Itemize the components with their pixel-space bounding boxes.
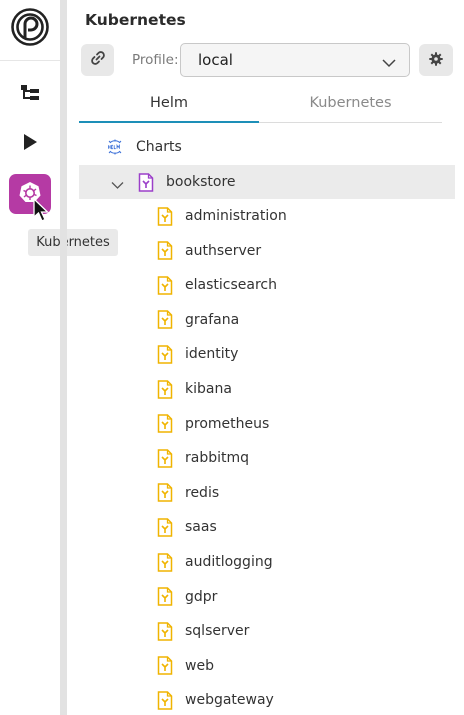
chart-file-icon: [157, 552, 173, 572]
gear-icon: [429, 51, 443, 70]
tree-item[interactable]: elasticsearch: [79, 268, 455, 302]
tree-item-label: web: [185, 657, 214, 674]
tree-item[interactable]: rabbitmq: [79, 441, 455, 475]
tree-root-charts[interactable]: Charts: [79, 130, 455, 164]
chevron-down-icon: [382, 54, 396, 68]
chart-file-icon: [157, 379, 173, 399]
tree-item-label: identity: [185, 346, 239, 363]
tree-item-label: webgateway: [185, 692, 274, 709]
chart-file-icon: [157, 345, 173, 364]
tab-bar: Helm Kubernetes: [79, 84, 442, 123]
chart-file-icon: [157, 587, 173, 606]
tree-item-label: sqlserver: [185, 623, 250, 640]
tree-item-bookstore[interactable]: bookstore: [79, 165, 455, 199]
chart-file-icon: [157, 414, 173, 433]
tree-item-label: gdpr: [185, 588, 218, 605]
activity-separator: [0, 60, 60, 61]
link-icon: [90, 50, 106, 70]
profile-value: local: [198, 51, 233, 69]
chart-file-icon: [157, 448, 173, 468]
chart-file-icon: [157, 483, 173, 503]
chart-file-icon: [157, 518, 173, 537]
kubernetes-panel: Kubernetes Profile: local Helm Kubernete…: [67, 0, 464, 715]
tree-label: Charts: [136, 139, 182, 155]
tree-item[interactable]: auditlogging: [79, 545, 455, 579]
tab-helm[interactable]: Helm: [79, 84, 259, 122]
tree-item-label: rabbitmq: [185, 450, 250, 467]
tree-label: bookstore: [166, 174, 236, 190]
chart-file-icon: [157, 206, 173, 226]
chart-file-icon: [157, 275, 173, 295]
tree-item-label: elasticsearch: [185, 277, 277, 294]
mouse-cursor-icon: [33, 197, 51, 224]
chart-file-icon: [157, 691, 173, 710]
tree-item[interactable]: gdpr: [79, 580, 455, 614]
tree-item[interactable]: grafana: [79, 303, 455, 337]
chart-file-icon: [157, 310, 173, 330]
activity-bar: Kubernetes: [0, 0, 118, 715]
run-icon: [23, 134, 37, 154]
tree-item-label: auditlogging: [185, 554, 273, 570]
tree-item-label: saas: [185, 519, 217, 536]
chart-file-icon: [157, 621, 173, 641]
helm-icon: [107, 139, 123, 155]
tree-item[interactable]: administration: [79, 199, 455, 233]
explorer-icon: [20, 84, 40, 106]
activity-bar-border: [60, 0, 67, 715]
tree-item[interactable]: kibana: [79, 372, 455, 406]
tree-item[interactable]: authserver: [79, 234, 455, 268]
tree-item[interactable]: sqlserver: [79, 614, 455, 648]
explorer-button[interactable]: [10, 75, 50, 115]
tree-item[interactable]: saas: [79, 510, 455, 544]
panel-title: Kubernetes: [85, 11, 186, 29]
active-tab-indicator: [79, 121, 259, 123]
chart-icon: [138, 172, 154, 192]
chevron-down-icon[interactable]: [111, 178, 124, 189]
tree-item[interactable]: redis: [79, 476, 455, 510]
tab-kubernetes[interactable]: Kubernetes: [259, 84, 442, 122]
tree-item-label: prometheus: [185, 415, 270, 432]
chart-file-icon: [157, 656, 173, 676]
tree-item-label: redis: [185, 484, 220, 501]
tree-item[interactable]: prometheus: [79, 407, 455, 441]
tree-item-label: grafana: [185, 311, 240, 328]
tree-item-label: administration: [185, 208, 287, 224]
tree-item[interactable]: webgateway: [79, 683, 455, 715]
profile-label: Profile:: [132, 52, 179, 68]
link-button[interactable]: [81, 44, 114, 76]
app-logo-icon[interactable]: [11, 8, 49, 46]
chart-file-icon: [157, 241, 173, 260]
tree-item[interactable]: web: [79, 649, 455, 683]
tree-item[interactable]: identity: [79, 337, 455, 371]
tree-item-label: kibana: [185, 381, 232, 397]
settings-button[interactable]: [419, 44, 453, 76]
tree-item-label: authserver: [185, 242, 262, 259]
run-button[interactable]: [10, 124, 50, 164]
profile-select[interactable]: local: [180, 43, 410, 77]
